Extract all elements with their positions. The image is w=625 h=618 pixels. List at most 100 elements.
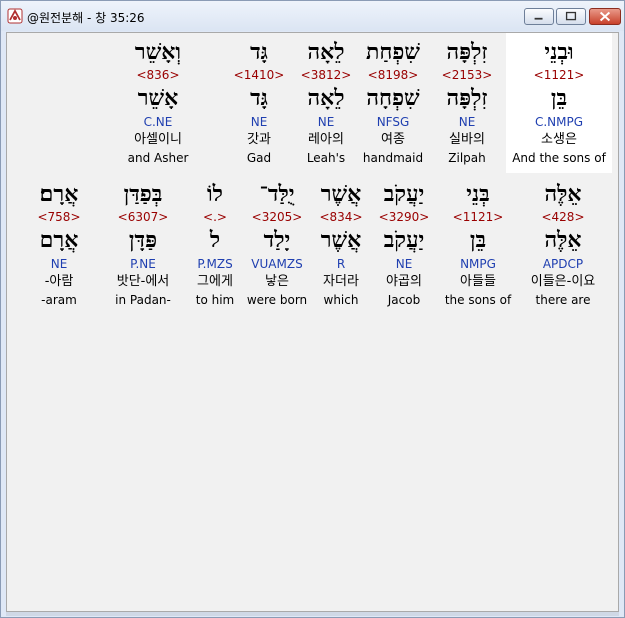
lemma: שִׁפְחָה [366,85,420,111]
parsing-code: R [336,257,346,271]
strong-number[interactable]: <3812> [291,68,361,82]
korean-gloss: 실바의 [449,132,485,147]
english-gloss: and Asher [127,151,189,165]
english-gloss: Zilpah [448,151,486,165]
word-card[interactable]: אֲרָם׃ <758> אֲרָם NE -아람 -aram [27,175,91,315]
parsing-code: NFSG [376,115,410,129]
hebrew-word: וּבְנֵי [544,39,574,65]
korean-gloss: 갓과 [247,132,271,147]
english-gloss: in Padan- [115,293,171,307]
word-card[interactable]: אֵלֶּה <428> אֵלֶּה APDCP 이들은-이요 there a… [517,175,609,315]
hebrew-word: זִלְפָּה [446,39,488,65]
parsing-code: NE [50,257,68,271]
hebrew-word: יֻלַּד־ [259,181,295,207]
parsing-code: P.MZS [197,257,233,271]
english-gloss: there are [535,293,591,307]
korean-gloss: 밧단-에서 [116,274,170,289]
lemma: בֵּן [550,85,568,111]
parsing-code: NE [250,115,268,129]
hebrew-word: לוֹ [207,181,223,207]
korean-gloss: 레아의 [308,132,344,147]
korean-gloss: 그에게 [197,274,233,289]
interlinear-view[interactable]: וּבְנֵי <1121> בֵּן C.NMPG 소생은 And the s… [6,32,619,612]
close-button[interactable] [589,8,621,25]
strong-number[interactable]: <1121> [437,210,519,224]
korean-gloss: 아들들 [460,274,496,289]
strong-number[interactable]: <834> [310,210,372,224]
word-card[interactable]: וּבְנֵי <1121> בֵּן C.NMPG 소생은 And the s… [506,33,612,173]
status-bar [6,612,619,616]
word-card[interactable]: בְּפַדַּן <6307> פַּדָּן P.NE 밧단-에서 in P… [102,175,184,315]
parsing-code: C.NE [143,115,173,129]
word-card[interactable]: אֲשֶׁר <834> אֲשֶׁר R 자더라 which [310,175,372,315]
lemma: פַּדָּן [128,227,158,253]
korean-gloss: 낳은 [265,274,289,289]
word-card[interactable]: לֵאָה <3812> לֵאָה NE 레아의 Leah's [291,33,361,173]
hebrew-word: אֲרָם׃ [39,181,79,207]
parsing-code: VUAMZS [251,257,303,271]
hebrew-word: יַעֲקֹב [383,181,425,207]
maximize-button[interactable] [556,8,586,25]
korean-gloss: 아셀이니 [134,132,182,147]
parsing-code: NMPG [460,257,496,271]
word-card[interactable]: יַעֲקֹב <3290> יַעֲקֹב NE 야곱의 Jacob [369,175,439,315]
english-gloss: were born [246,293,308,307]
minimize-icon [534,17,543,20]
lemma: יָלַד [263,227,291,253]
lemma: אֲרָם [39,227,79,253]
strong-number[interactable]: <6307> [102,210,184,224]
word-card[interactable]: לוֹ <.> ל P.MZS 그에게 to him [187,175,243,315]
strong-number[interactable]: <3290> [369,210,439,224]
korean-gloss: -아람 [44,274,74,289]
english-gloss: Gad [246,151,272,165]
lemma: אֵלֶּה [544,227,582,253]
korean-gloss: 야곱의 [386,274,422,289]
hebrew-word: בְּנֵי [466,181,490,207]
hebrew-word: אֵלֶּה [544,181,582,207]
strong-number[interactable]: <3205> [243,210,311,224]
hebrew-word: לֵאָה [307,39,345,65]
hebrew-word: בְּפַדַּן [123,181,163,207]
hebrew-word: אֲשֶׁר [320,181,362,207]
lemma: לֵאָה [307,85,345,111]
lemma: יַעֲקֹב [383,227,425,253]
parsing-code: NE [395,257,413,271]
parsing-code: C.NMPG [534,115,584,129]
close-icon [599,11,611,22]
word-card[interactable]: בְּנֵי <1121> בֵּן NMPG 아들들 the sons of [437,175,519,315]
strong-number[interactable]: <1121> [506,68,612,82]
strong-number[interactable]: <1410> [229,68,289,82]
english-gloss: handmaid [362,151,424,165]
maximize-icon [565,11,577,21]
english-gloss: Leah's [306,151,346,165]
lemma: אָשֵׁר [137,85,179,111]
strong-number[interactable]: <428> [517,210,609,224]
strong-number[interactable]: <2153> [427,68,507,82]
hebrew-word: שִׁפְחַת [366,39,420,65]
hebrew-word: גָּד [250,39,268,65]
word-card[interactable]: זִלְפָּה <2153> זִלְפָּה NE 실바의 Zilpah [427,33,507,173]
word-card[interactable]: יֻלַּד־ <3205> יָלַד VUAMZS 낳은 were born [243,175,311,315]
strong-number[interactable]: <8198> [357,68,429,82]
app-icon [7,8,23,24]
korean-gloss: 이들은-이요 [530,274,596,289]
minimize-button[interactable] [524,8,554,25]
english-gloss: And the sons of [512,151,606,165]
lemma: בֵּן [469,227,487,253]
strong-number[interactable]: <836> [119,68,197,82]
word-card[interactable]: וְאָשֵׁר <836> אָשֵׁר C.NE 아셀이니 and Ashe… [119,33,197,173]
word-card[interactable]: שִׁפְחַת <8198> שִׁפְחָה NFSG 여종 handmai… [357,33,429,173]
english-gloss: which [323,293,359,307]
english-gloss: to him [195,293,235,307]
parsing-code: NE [458,115,476,129]
word-card[interactable]: גָּד <1410> גָּד NE 갓과 Gad [229,33,289,173]
title-bar[interactable]: @원전분해 - 창 35:26 [1,1,624,31]
parsing-code: APDCP [542,257,584,271]
strong-number[interactable]: <.> [187,210,243,224]
hebrew-word: וְאָשֵׁר [134,39,182,65]
parsing-code: P.NE [130,257,156,271]
strong-number[interactable]: <758> [27,210,91,224]
english-gloss: -aram [41,293,77,307]
english-gloss: the sons of [444,293,512,307]
korean-gloss: 소생은 [541,132,577,147]
